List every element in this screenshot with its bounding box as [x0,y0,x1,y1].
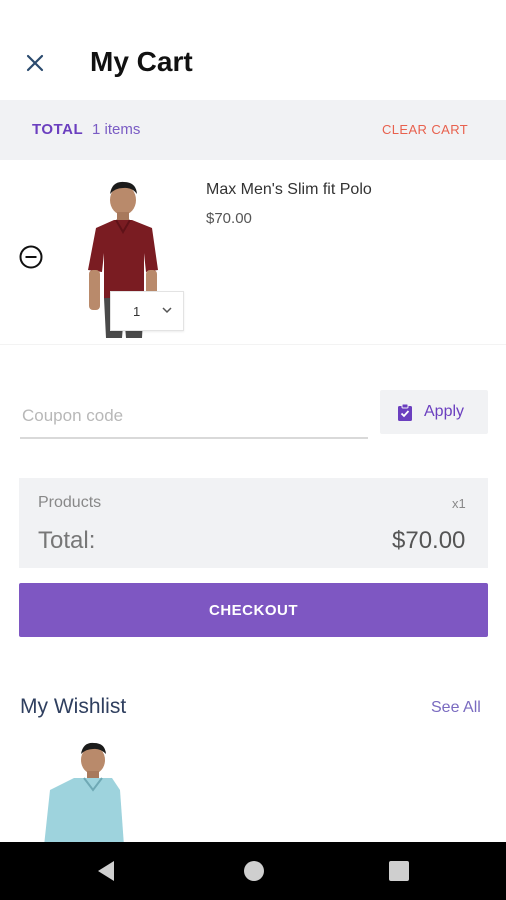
checkout-button[interactable]: CHECKOUT [19,583,488,637]
product-price: $70.00 [206,210,252,227]
divider [0,344,506,345]
close-icon[interactable] [22,50,48,76]
total-label: TOTAL [32,121,84,138]
clipboard-check-icon [398,404,412,421]
quantity-value: 1 [133,304,141,319]
wishlist-title: My Wishlist [20,695,127,718]
items-count: 1 items [92,121,141,138]
back-icon[interactable] [94,858,118,884]
wishlist-product-image[interactable] [40,740,124,846]
coupon-code-input[interactable] [20,395,368,439]
checkout-label: CHECKOUT [209,601,298,619]
home-icon[interactable] [242,859,266,883]
app-header [0,0,506,100]
remove-item-icon[interactable] [18,244,44,270]
page-title: My Cart [90,46,193,77]
see-all-link[interactable]: See All [431,699,481,717]
quantity-select[interactable]: 1 [110,291,184,331]
total-label: Total: [38,527,96,554]
apply-label: Apply [424,403,465,420]
chevron-down-icon [162,307,172,314]
products-label: Products [38,494,102,511]
apply-coupon-button[interactable]: Apply [380,390,488,434]
clear-cart-button[interactable]: CLEAR CART [382,122,468,137]
total-amount: $70.00 [392,527,466,554]
products-count: x1 [452,496,466,511]
recent-apps-icon[interactable] [388,860,410,882]
product-name[interactable]: Max Men's Slim fit Polo [206,181,372,199]
